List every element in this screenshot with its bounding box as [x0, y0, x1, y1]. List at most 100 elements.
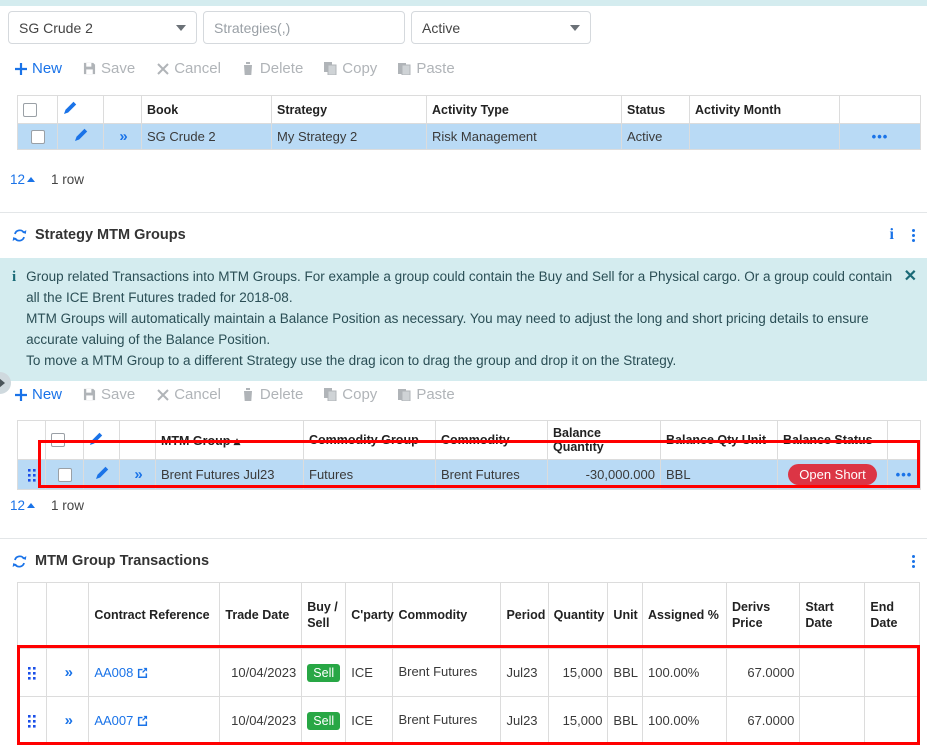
col-contract-reference[interactable]: Contract Reference	[88, 582, 221, 649]
double-chevron-right-icon[interactable]: »	[134, 466, 142, 483]
mtm-group-transactions-header-actions	[912, 554, 927, 568]
book-select[interactable]: SG Crude 2	[8, 11, 197, 44]
row-menu-cell[interactable]: •••	[839, 123, 921, 150]
close-banner-icon[interactable]: ✕	[904, 267, 917, 372]
col-balance-status[interactable]: Balance Status	[777, 420, 888, 460]
new-button[interactable]: New	[6, 384, 69, 405]
col-trade-date[interactable]: Trade Date	[219, 582, 303, 649]
row-select-cell[interactable]	[45, 459, 84, 490]
table-row[interactable]: » AA008 10/04/2023 Sell ICE Brent Futures Jul…	[16, 648, 920, 697]
cell-quantity: 15,000	[547, 696, 609, 745]
page-size-selector[interactable]: 12	[10, 172, 36, 187]
save-button[interactable]: Save	[75, 384, 142, 405]
external-link-icon[interactable]	[137, 665, 148, 680]
save-disk-icon	[82, 61, 97, 76]
double-chevron-right-icon[interactable]: »	[119, 128, 127, 145]
col-activity-type[interactable]: Activity Type	[426, 95, 622, 124]
delete-button[interactable]: Delete	[234, 58, 310, 79]
drag-handle-icon[interactable]	[28, 715, 36, 728]
external-link-icon[interactable]	[137, 713, 148, 728]
col-buy-sell[interactable]: Buy / Sell	[301, 582, 347, 649]
select-all-checkbox[interactable]	[23, 102, 37, 117]
save-button[interactable]: Save	[75, 58, 142, 79]
col-commodity-group[interactable]: Commodity Group	[303, 420, 436, 460]
row-checkbox[interactable]	[57, 468, 72, 483]
row-expand-cell[interactable]: »	[103, 123, 142, 150]
row-checkbox[interactable]	[30, 130, 45, 145]
row-expand-cell[interactable]: »	[46, 648, 90, 697]
double-chevron-right-icon[interactable]: »	[65, 664, 73, 681]
drag-handle-icon[interactable]	[28, 667, 36, 680]
new-button[interactable]: New	[6, 58, 69, 79]
col-commodity[interactable]: Commodity	[392, 582, 502, 649]
contract-reference-link[interactable]: AA008	[94, 665, 133, 680]
paste-button-label: Paste	[416, 386, 455, 403]
strategies-input[interactable]: Strategies(,)	[203, 11, 405, 44]
drag-handle-icon[interactable]	[27, 469, 36, 482]
copy-button[interactable]: Copy	[316, 58, 384, 79]
cancel-button[interactable]: Cancel	[148, 58, 228, 79]
kebab-menu-icon[interactable]	[912, 228, 915, 242]
col-cparty[interactable]: C'party	[345, 582, 394, 649]
col-balance-qty-unit[interactable]: Balance Qty Unit	[660, 420, 778, 460]
paste-button[interactable]: Paste	[390, 384, 461, 405]
mtm-groups-grid-footer: 12 1 row	[10, 498, 84, 513]
status-select[interactable]: Active	[411, 11, 591, 44]
cancel-button-label: Cancel	[174, 60, 221, 77]
cancel-button-label: Cancel	[174, 386, 221, 403]
cancel-button[interactable]: Cancel	[148, 384, 228, 405]
cell-assigned-pct: 100.00%	[642, 648, 727, 697]
row-expand-cell[interactable]: »	[119, 459, 156, 490]
row-edit-cell[interactable]	[57, 123, 104, 150]
select-all-checkbox[interactable]	[51, 433, 65, 448]
refresh-icon[interactable]	[12, 554, 27, 569]
double-chevron-right-icon[interactable]: »	[65, 712, 73, 729]
col-end-date[interactable]: End Date	[864, 582, 920, 649]
page-size-selector[interactable]: 12	[10, 498, 36, 513]
delete-button[interactable]: Delete	[234, 384, 310, 405]
cell-trade-date: 10/04/2023	[219, 696, 303, 745]
buy-sell-badge: Sell	[307, 663, 341, 682]
pencil-icon[interactable]	[74, 128, 88, 145]
row-edit-cell[interactable]	[83, 459, 120, 490]
row-select-cell[interactable]	[17, 123, 58, 150]
col-mtm-group[interactable]: MTM Group ▴	[155, 420, 304, 460]
kebab-menu-icon[interactable]	[912, 554, 915, 568]
strategies-input-placeholder: Strategies(,)	[214, 19, 291, 36]
col-status[interactable]: Status	[621, 95, 690, 124]
col-book[interactable]: Book	[141, 95, 272, 124]
col-period[interactable]: Period	[500, 582, 549, 649]
contract-reference-link[interactable]: AA007	[94, 713, 133, 728]
select-all-header[interactable]	[17, 95, 58, 124]
row-drag-cell[interactable]	[16, 648, 48, 697]
ellipsis-menu-icon[interactable]: •••	[872, 129, 889, 144]
table-row[interactable]: » SG Crude 2 My Strategy 2 Risk Manageme…	[17, 123, 921, 150]
col-balance-quantity[interactable]: Balance Quantity	[547, 420, 661, 460]
table-row[interactable]: » AA007 10/04/2023 Sell ICE Brent Futures Jul…	[16, 696, 920, 745]
col-assigned-pct[interactable]: Assigned %	[642, 582, 727, 649]
select-all-header[interactable]	[45, 420, 84, 460]
col-activity-month[interactable]: Activity Month	[689, 95, 840, 124]
pencil-icon[interactable]	[95, 466, 109, 483]
refresh-icon[interactable]	[12, 228, 27, 243]
row-menu-cell[interactable]: •••	[887, 459, 921, 490]
cell-contract-reference[interactable]: AA007	[88, 696, 221, 745]
col-unit[interactable]: Unit	[607, 582, 644, 649]
paste-button[interactable]: Paste	[390, 58, 461, 79]
cell-end-date	[864, 648, 920, 697]
row-expand-cell[interactable]: »	[46, 696, 90, 745]
copy-button[interactable]: Copy	[316, 384, 384, 405]
row-drag-cell[interactable]	[16, 696, 48, 745]
info-icon[interactable]: i	[890, 226, 894, 244]
cell-contract-reference[interactable]: AA008	[88, 648, 221, 697]
col-derivs-price[interactable]: Derivs Price	[725, 582, 801, 649]
col-quantity[interactable]: Quantity	[547, 582, 609, 649]
row-drag-cell[interactable]	[17, 459, 46, 490]
strategies-grid: Book Strategy Activity Type Status Activ…	[17, 95, 921, 150]
col-strategy[interactable]: Strategy	[271, 95, 427, 124]
col-commodity[interactable]: Commodity	[435, 420, 548, 460]
expand-column-header	[46, 582, 90, 649]
col-start-date[interactable]: Start Date	[799, 582, 866, 649]
table-row[interactable]: » Brent Futures Jul23 Futures Brent Futu…	[17, 459, 921, 490]
ellipsis-menu-icon[interactable]: •••	[896, 467, 913, 482]
